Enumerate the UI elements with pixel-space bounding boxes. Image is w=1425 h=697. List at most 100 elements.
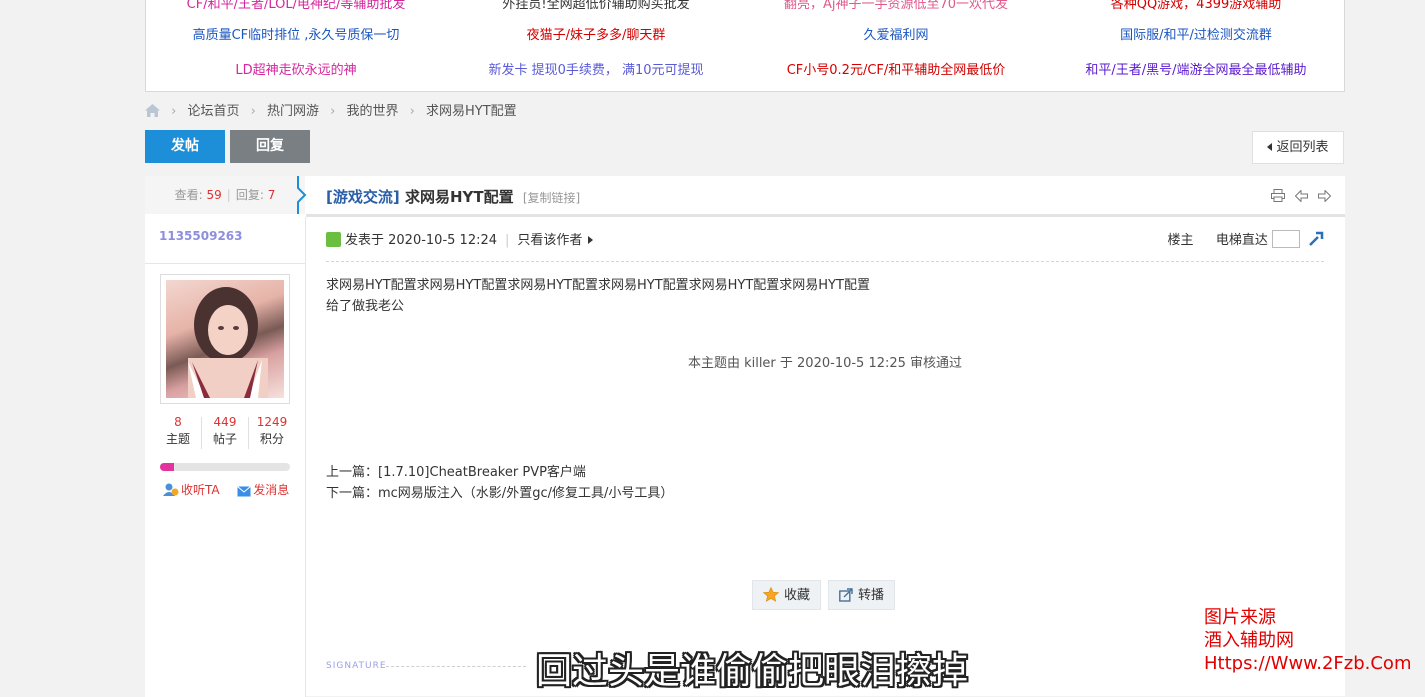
breadcrumb-hot-games[interactable]: 热门网游 xyxy=(267,104,319,119)
stat-posts[interactable]: 449 帖子 xyxy=(202,415,248,447)
back-to-list-label: 返回列表 xyxy=(1276,140,1329,155)
prev-thread-link[interactable]: 上一篇：[1.7.10]CheatBreaker PVP客户端 xyxy=(326,462,673,483)
only-author-link[interactable]: 只看该作者 xyxy=(517,233,582,248)
chevron-right-icon: › xyxy=(171,104,177,119)
avatar-illustration xyxy=(188,287,268,398)
thread-header: [游戏交流] 求网易HYT配置 [复制链接] xyxy=(306,176,1345,217)
floor-label: 楼主 xyxy=(1167,233,1194,248)
views-label: 查看: xyxy=(174,188,203,202)
follow-label: 收听TA xyxy=(181,483,220,497)
ad-link[interactable]: 久爱福利网 xyxy=(746,26,1046,46)
chevron-right-icon: › xyxy=(409,104,415,119)
header-tools xyxy=(1265,189,1332,206)
avatar-image xyxy=(166,280,284,398)
post-body-line: 给了做我老公 xyxy=(326,299,405,314)
breadcrumb-home[interactable]: 论坛首页 xyxy=(187,104,239,119)
next-thread-icon[interactable] xyxy=(1318,189,1332,206)
author-panel: 1135509263 8 主题 449 帖子 1249 积分 收听TA 发消息 xyxy=(145,217,306,697)
breadcrumb-current[interactable]: 求网易HYT配置 xyxy=(426,104,517,119)
author-name[interactable]: 1135509263 xyxy=(159,229,243,243)
favorite-button[interactable]: 收藏 xyxy=(752,580,822,610)
ad-link[interactable]: 国际服/和平/过检测交流群 xyxy=(1046,26,1346,46)
stat-value: 1249 xyxy=(256,415,288,429)
caret-right-icon xyxy=(588,236,594,244)
signature-label: SIGNATURE xyxy=(326,661,387,671)
thread-title-text: 求网易HYT配置 xyxy=(404,188,514,206)
chevron-right-icon: › xyxy=(330,104,336,119)
star-icon xyxy=(763,587,779,602)
thread-category[interactable]: [游戏交流] xyxy=(326,188,400,206)
stat-label: 积分 xyxy=(259,432,284,446)
post-meta-right: 楼主 电梯直达 xyxy=(1168,229,1324,253)
post-body-line: 求网易HYT配置求网易HYT配置求网易HYT配置求网易HYT配置求网易HYT配置… xyxy=(326,278,870,293)
home-icon[interactable] xyxy=(145,104,160,117)
elevator-label: 电梯直达 xyxy=(1215,233,1268,248)
favorite-label: 收藏 xyxy=(784,588,811,603)
ad-link[interactable]: 夜猫子/妹子多多/聊天群 xyxy=(446,26,746,46)
ad-row: CF/和平/王者/LOL/电神纪/等辅助批发 外挂员!全网超低价辅助购买批发 翻… xyxy=(146,0,1346,15)
mail-icon xyxy=(237,486,252,497)
reply-button[interactable]: 回复 xyxy=(230,130,310,163)
audit-notice: 本主题由 killer 于 2020-10-5 12:25 审核通过 xyxy=(687,356,963,371)
chevron-right-icon: › xyxy=(250,104,256,119)
follow-icon xyxy=(163,483,179,496)
post-container: 查看: 59 | 回复: 7 [游戏交流] 求网易HYT配置 [复制链接] 1135… xyxy=(145,176,1345,697)
stat-value: 8 xyxy=(174,415,182,429)
ad-row: 高质量CF临时排位 ,永久号质保一切 夜猫子/妹子多多/聊天群 久爱福利网 国际… xyxy=(146,26,1346,46)
prev-thread-icon[interactable] xyxy=(1294,189,1308,206)
stat-value: 449 xyxy=(213,415,237,429)
stat-label: 主题 xyxy=(165,432,190,446)
video-subtitle: 回过头是谁偷偷把眼泪擦掉 xyxy=(536,651,969,692)
elevator-go-icon[interactable] xyxy=(1308,231,1324,247)
thread-stats: 查看: 59 | 回复: 7 xyxy=(145,176,305,214)
post-body: 求网易HYT配置求网易HYT配置求网易HYT配置求网易HYT配置求网易HYT配置… xyxy=(326,275,870,317)
watermark-line: 酒入辅助网 xyxy=(1204,630,1294,651)
stats-divider: | xyxy=(226,188,231,202)
post-date: 发表于 2020-10-5 12:24 xyxy=(345,233,498,248)
follow-button[interactable]: 收听TA xyxy=(163,483,223,497)
share-button[interactable]: 转播 xyxy=(828,580,896,610)
ad-link[interactable]: CF小号0.2元/CF/和平辅助全网最低价 xyxy=(746,61,1046,81)
ad-link[interactable]: 外挂员!全网超低价辅助购买批发 xyxy=(446,0,746,15)
replies-count: 7 xyxy=(267,188,276,202)
stat-label: 帖子 xyxy=(212,432,237,446)
divider xyxy=(145,263,305,264)
ad-link[interactable]: 新发卡 提现0手续费， 满10元可提现 xyxy=(446,61,746,81)
avatar[interactable] xyxy=(160,274,290,404)
share-icon xyxy=(839,588,853,602)
stat-topics[interactable]: 8 主题 xyxy=(155,415,201,447)
send-message-label: 发消息 xyxy=(253,483,290,497)
ad-link[interactable]: CF/和平/王者/LOL/电神纪/等辅助批发 xyxy=(146,0,446,15)
post-meta: 发表于 2020-10-5 12:24 | 只看该作者 楼主 电梯直达 xyxy=(326,229,1324,262)
author-stats: 8 主题 449 帖子 1249 积分 xyxy=(155,415,295,455)
level-progress-fill xyxy=(160,463,175,471)
stat-points[interactable]: 1249 积分 xyxy=(249,415,295,447)
breadcrumb-minecraft[interactable]: 我的世界 xyxy=(346,104,398,119)
send-message-button[interactable]: 发消息 xyxy=(237,483,289,497)
watermark-line: 图片来源 xyxy=(1204,607,1276,628)
level-progress-bar xyxy=(160,463,290,471)
next-thread-link[interactable]: 下一篇：mc网易版注入（水影/外置gc/修复工具/小号工具） xyxy=(326,483,673,504)
ad-links-box: CF/和平/王者/LOL/电神纪/等辅助批发 外挂员!全网超低价辅助购买批发 翻… xyxy=(145,0,1345,92)
back-to-list-button[interactable]: 返回列表 xyxy=(1252,131,1344,164)
breadcrumb: › 论坛首页 › 热门网游 › 我的世界 › 求网易HYT配置 xyxy=(145,101,517,123)
thread-navigation: 上一篇：[1.7.10]CheatBreaker PVP客户端 下一篇：mc网易… xyxy=(326,462,673,504)
share-label: 转播 xyxy=(858,588,885,603)
online-status-icon xyxy=(326,232,341,247)
source-watermark: 图片来源 酒入辅助网 Https://Www.2Fzb.Com xyxy=(1204,606,1411,675)
new-post-button[interactable]: 发帖 xyxy=(145,130,225,163)
ad-row: LD超神走砍永远的神 新发卡 提现0手续费， 满10元可提现 CF小号0.2元/… xyxy=(146,61,1346,81)
ad-link[interactable]: 各种QQ游戏，4399游戏辅助 xyxy=(1046,0,1346,15)
ad-link[interactable]: 高质量CF临时排位 ,永久号质保一切 xyxy=(146,26,446,46)
copy-link[interactable]: [复制链接] xyxy=(523,191,580,205)
ad-link[interactable]: LD超神走砍永远的神 xyxy=(146,61,446,81)
thread-title: [游戏交流] 求网易HYT配置 [复制链接] xyxy=(326,186,580,207)
author-actions: 收听TA 发消息 xyxy=(163,481,289,498)
print-icon[interactable] xyxy=(1270,189,1285,206)
ad-link[interactable]: 翻亮，Aj神子一手资源低至70一欢代发 xyxy=(746,0,1046,15)
ad-link[interactable]: 和平/王者/黑号/端游全网最全最低辅助 xyxy=(1046,61,1346,81)
signature-divider xyxy=(386,666,526,667)
divider: | xyxy=(505,233,510,248)
elevator-input[interactable] xyxy=(1271,230,1300,248)
caret-left-icon xyxy=(1267,143,1273,151)
